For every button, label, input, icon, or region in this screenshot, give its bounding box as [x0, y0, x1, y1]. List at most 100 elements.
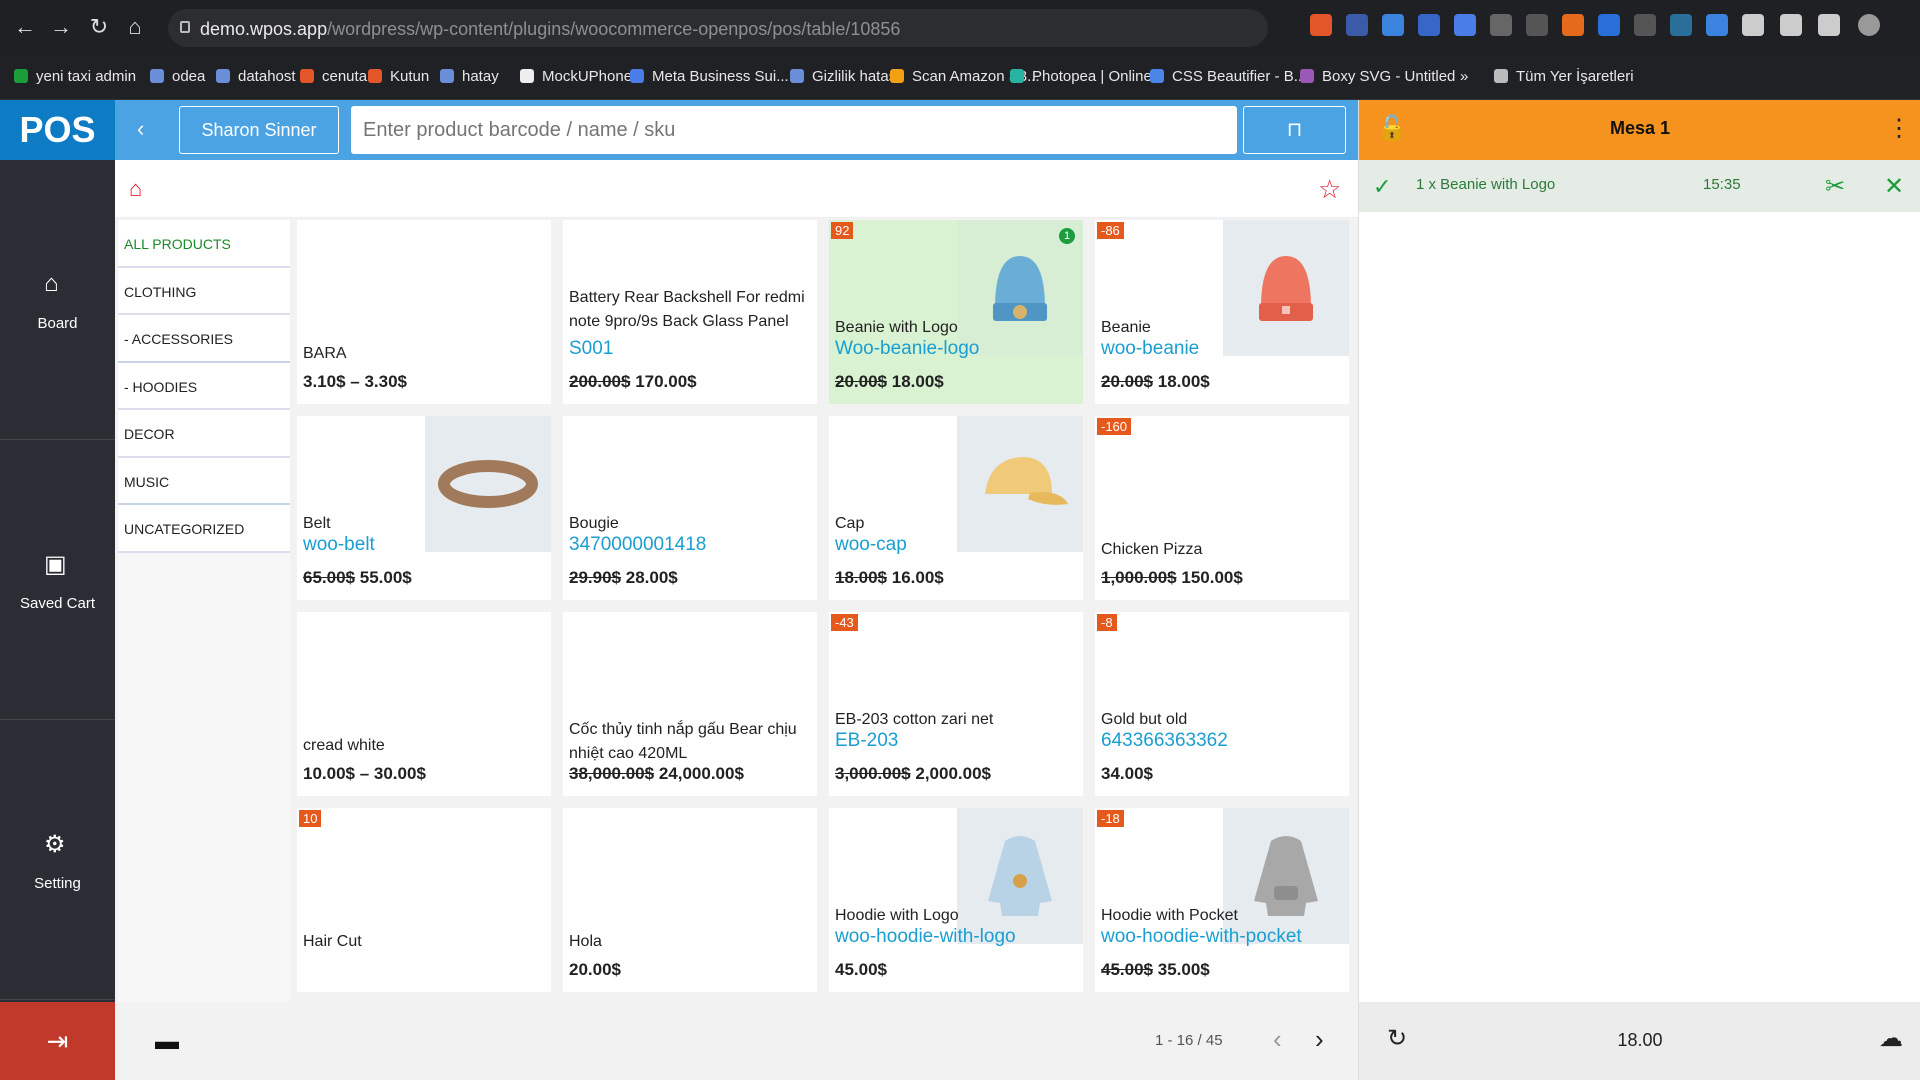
bookmark-label: cenuta: [322, 68, 368, 85]
extension-icon[interactable]: [1346, 14, 1368, 36]
home-icon[interactable]: ⌂: [129, 176, 142, 202]
product-card[interactable]: Cốc thủy tinh nắp gấu Bear chịu nhiệt ca…: [563, 612, 817, 796]
address-bar[interactable]: demo.wpos.app/wordpress/wp-content/plugi…: [168, 9, 1268, 47]
sale-price: 3.10$ – 3.30$: [303, 372, 407, 391]
customer-button[interactable]: Sharon Sinner: [179, 106, 339, 154]
cart-panel: 🔓 Mesa 1 ⋮ ✓ 1 x Beanie with Logo 15:35 …: [1358, 100, 1920, 1080]
reload-icon[interactable]: ↻: [86, 14, 112, 40]
chevron-left-icon[interactable]: ‹: [1273, 1024, 1282, 1055]
product-card[interactable]: Hola 20.00$: [563, 808, 817, 992]
sub-bar: ⌂ ☆: [115, 160, 1358, 218]
product-card[interactable]: 10 Hair Cut: [297, 808, 551, 992]
bookmark-item[interactable]: odea: [150, 68, 205, 85]
product-card[interactable]: BARA 3.10$ – 3.30$: [297, 220, 551, 404]
bookmark-favicon-icon: [630, 69, 644, 83]
bookmark-item[interactable]: Meta Business Sui...: [630, 68, 789, 85]
check-icon: ✓: [1373, 174, 1392, 199]
cart-item[interactable]: ✓ 1 x Beanie with Logo 15:35 ✂ ✕: [1359, 160, 1920, 212]
extension-icon[interactable]: [1706, 14, 1728, 36]
bookmark-item[interactable]: »: [1460, 68, 1468, 85]
bookmark-item[interactable]: Tüm Yer İşaretleri: [1494, 68, 1634, 85]
bookmark-item[interactable]: Kutun: [368, 68, 429, 85]
product-card[interactable]: -8 Gold but old 643366363362 34.00$: [1095, 612, 1349, 796]
nav-board[interactable]: ⌂ Board: [0, 160, 115, 440]
url-host: demo.wpos.app: [200, 19, 328, 39]
extension-icon[interactable]: [1418, 14, 1440, 36]
sale-price: 16.00$: [891, 568, 944, 587]
product-card[interactable]: Hoodie with Logo woo-hoodie-with-logo 45.0…: [829, 808, 1083, 992]
product-card[interactable]: Cap woo-cap 18.00$ 16.00$: [829, 416, 1083, 600]
extension-icon[interactable]: [1310, 14, 1332, 36]
cutlery-icon[interactable]: ✂: [1825, 172, 1845, 201]
avatar[interactable]: [1858, 14, 1880, 36]
cart-item-name: 1 x Beanie with Logo: [1416, 176, 1556, 193]
category-item[interactable]: DECOR: [118, 410, 290, 458]
bookmark-item[interactable]: CSS Beautifier - B...: [1150, 68, 1306, 85]
bookmark-item[interactable]: yeni taxi admin: [14, 68, 136, 85]
extension-icon[interactable]: [1490, 14, 1512, 36]
extension-icon[interactable]: [1634, 14, 1656, 36]
product-card[interactable]: Belt woo-belt 65.00$ 55.00$: [297, 416, 551, 600]
download-icon[interactable]: [1780, 14, 1802, 36]
sale-price: 2,000.00$: [915, 764, 992, 783]
bookmark-item[interactable]: hatay: [440, 68, 499, 85]
puzzle-icon[interactable]: [1742, 14, 1764, 36]
close-icon[interactable]: ✕: [1884, 172, 1904, 201]
forward-arrow-icon[interactable]: →: [48, 14, 74, 40]
bookmark-favicon-icon: [520, 69, 534, 83]
product-price: 20.00$ 18.00$: [1101, 372, 1210, 392]
discount-badge: -18: [1097, 810, 1124, 827]
nav-setting-label: Setting: [34, 875, 81, 892]
product-card[interactable]: Bougie 3470000001418 29.90$ 28.00$: [563, 416, 817, 600]
bookmark-item[interactable]: Boxy SVG - Untitled: [1300, 68, 1455, 85]
pos-logo: POS: [0, 100, 115, 160]
bookmark-item[interactable]: Gizlilik hatası: [790, 68, 900, 85]
bookmark-item[interactable]: datahost: [216, 68, 296, 85]
extension-icon[interactable]: [1598, 14, 1620, 36]
more-vertical-icon[interactable]: ⋮: [1887, 114, 1911, 143]
category-item[interactable]: UNCATEGORIZED: [118, 505, 290, 553]
category-item[interactable]: - HOODIES: [118, 362, 290, 410]
bookmark-item[interactable]: MockUPhone: [520, 68, 632, 85]
chevron-left-icon[interactable]: ‹: [137, 116, 144, 142]
extension-icon[interactable]: [1562, 14, 1584, 36]
sale-price: 55.00$: [359, 568, 412, 587]
product-price: 3.10$ – 3.30$: [303, 372, 407, 392]
chevron-right-icon[interactable]: ›: [1315, 1024, 1324, 1055]
extension-icon[interactable]: [1670, 14, 1692, 36]
extension-icon[interactable]: [1526, 14, 1548, 36]
star-icon[interactable]: ☆: [1318, 174, 1341, 205]
product-card[interactable]: cread white 10.00$ – 30.00$: [297, 612, 551, 796]
nav-saved-cart[interactable]: ▣ Saved Cart: [0, 440, 115, 720]
nav-setting[interactable]: ⚙ Setting: [0, 720, 115, 1000]
extension-icon[interactable]: [1454, 14, 1476, 36]
folder-icon[interactable]: ▬: [155, 1028, 179, 1056]
category-item[interactable]: ALL PRODUCTS: [118, 220, 290, 268]
category-item[interactable]: - ACCESSORIES: [118, 315, 290, 363]
extension-icon[interactable]: [1382, 14, 1404, 36]
logout-button[interactable]: ⇥: [0, 1002, 115, 1080]
bookmark-item[interactable]: cenuta: [300, 68, 367, 85]
product-card[interactable]: -43 EB-203 cotton zari net EB-203 3,000.00$…: [829, 612, 1083, 796]
product-name: Battery Rear Backshell For redmi note 9p…: [569, 289, 805, 330]
product-name: Belt: [303, 515, 331, 532]
back-arrow-icon[interactable]: ←: [12, 14, 38, 40]
category-item[interactable]: CLOTHING: [118, 267, 290, 315]
table-button[interactable]: ⊓: [1243, 106, 1346, 154]
sale-price: 20.00$: [569, 960, 621, 979]
product-card[interactable]: -86 Beanie woo-beanie 20.00$ 18.00$: [1095, 220, 1349, 404]
search-input[interactable]: [351, 106, 1237, 154]
regular-price: 20.00$: [1101, 372, 1153, 391]
home-icon[interactable]: ⌂: [122, 14, 148, 40]
product-price: 20.00$: [569, 960, 621, 980]
product-card[interactable]: -18 Hoodie with Pocket woo-hoodie-with-poc…: [1095, 808, 1349, 992]
product-card[interactable]: 92 1 Beanie with Logo Woo-beanie-logo 20.00$…: [829, 220, 1083, 404]
product-card[interactable]: Battery Rear Backshell For redmi note 9p…: [563, 220, 817, 404]
product-card[interactable]: -160 Chicken Pizza 1,000.00$ 150.00$: [1095, 416, 1349, 600]
product-price: 3,000.00$ 2,000.00$: [835, 764, 991, 784]
pos-app: POS ⌂ Board ▣ Saved Cart ⚙ Setting ⇥ ‹ S…: [0, 100, 1920, 1080]
bookmark-item[interactable]: Photopea | Online...: [1010, 68, 1164, 85]
cloud-upload-icon[interactable]: ☁: [1879, 1024, 1903, 1053]
sidebar-icon[interactable]: [1818, 14, 1840, 36]
category-item[interactable]: MUSIC: [118, 457, 290, 505]
